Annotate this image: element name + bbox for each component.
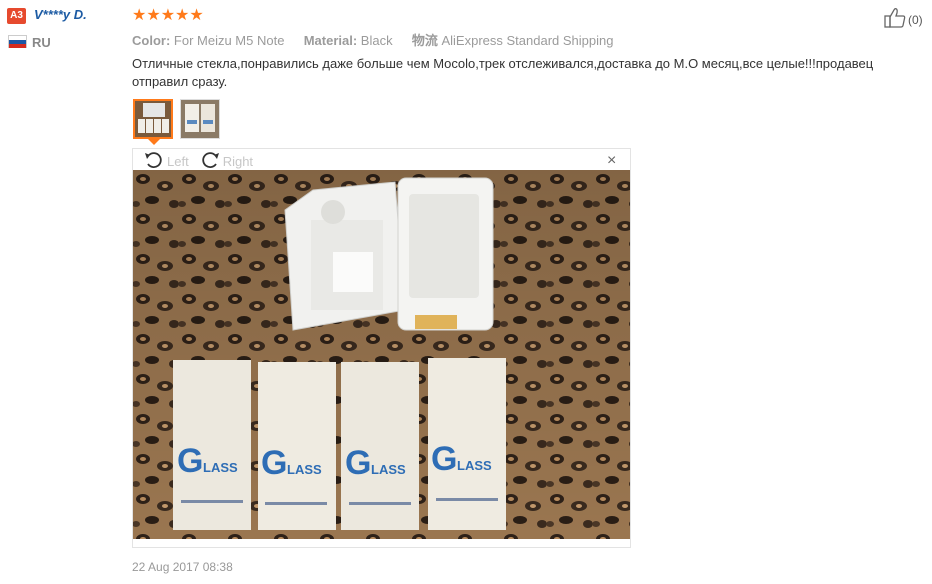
svg-text:G: G bbox=[345, 444, 371, 482]
svg-text:LASS: LASS bbox=[371, 462, 406, 477]
color-label: Color: bbox=[132, 33, 171, 48]
svg-text:G: G bbox=[177, 442, 203, 480]
material-label: Material: bbox=[303, 33, 358, 48]
selected-thumbnail-pointer bbox=[148, 139, 160, 145]
user-level-badge: A3 bbox=[7, 8, 26, 24]
rotate-left-label: Left bbox=[167, 154, 189, 169]
order-info: Color: For Meizu M5 Note Material: Black… bbox=[132, 30, 613, 49]
photo-thumbnail-2[interactable] bbox=[180, 99, 220, 139]
color-value: For Meizu M5 Note bbox=[173, 33, 285, 48]
svg-text:LASS: LASS bbox=[457, 458, 492, 473]
material-value: Black bbox=[360, 33, 393, 48]
review-photo: G G G G LASS LASS LASS LASS bbox=[133, 170, 630, 539]
reviewer-country: RU bbox=[32, 35, 51, 50]
shipping-label: 物流 bbox=[411, 33, 438, 48]
review-date: 22 Aug 2017 08:38 bbox=[132, 560, 233, 574]
close-viewer-button[interactable]: × bbox=[607, 152, 616, 170]
svg-text:LASS: LASS bbox=[203, 460, 238, 475]
shipping-value: AliExpress Standard Shipping bbox=[441, 33, 614, 48]
thumbs-up-icon bbox=[884, 7, 908, 32]
russia-flag-icon bbox=[8, 35, 27, 48]
rotate-right-label: Right bbox=[222, 154, 254, 169]
svg-text:G: G bbox=[431, 440, 457, 478]
photo-thumbnail-1[interactable] bbox=[133, 99, 173, 139]
svg-text:LASS: LASS bbox=[287, 462, 322, 477]
helpful-button[interactable]: (0) bbox=[884, 7, 923, 32]
helpful-count: (0) bbox=[908, 12, 923, 27]
review-text: Отличные стекла,понравились даже больше … bbox=[132, 56, 874, 89]
star-rating: ★★★★★ bbox=[132, 7, 204, 24]
reviewer-name[interactable]: V****y D. bbox=[34, 7, 87, 22]
svg-text:G: G bbox=[261, 444, 287, 482]
